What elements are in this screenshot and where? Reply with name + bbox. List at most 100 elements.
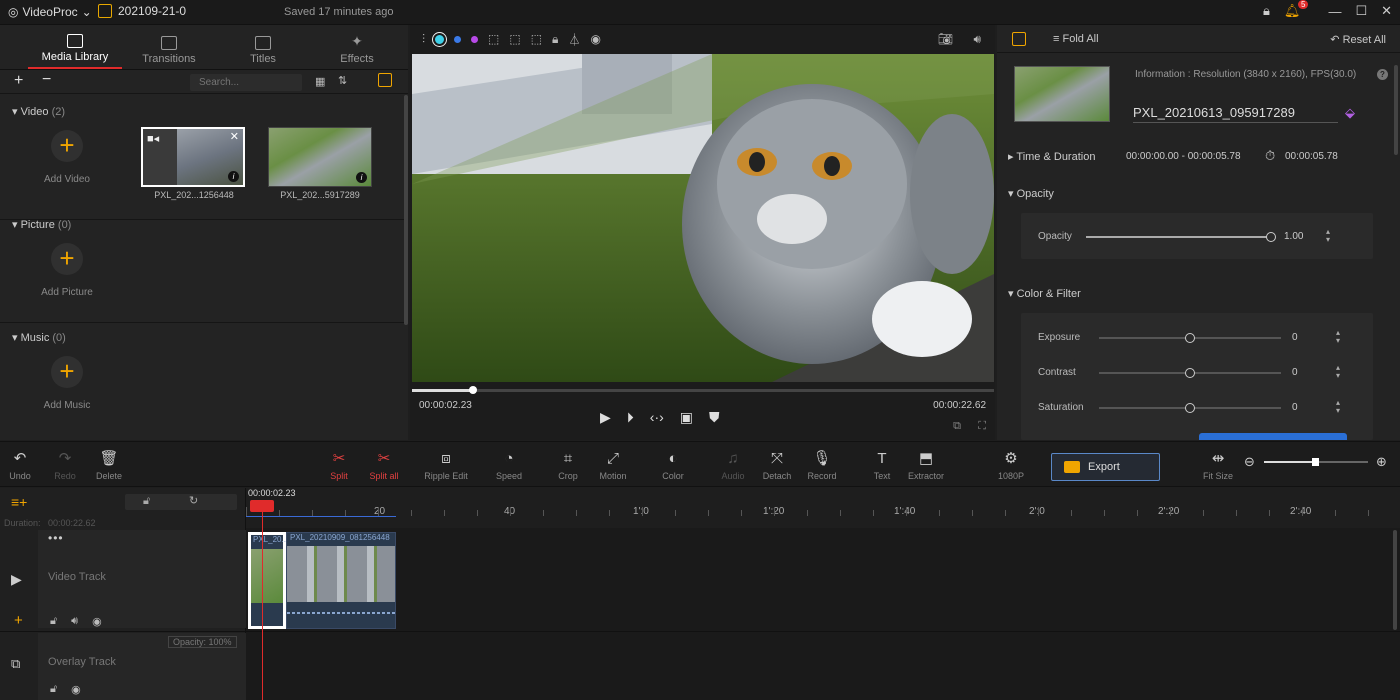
crop-button[interactable]: ⌗ Crop (543, 450, 593, 481)
audio-button[interactable]: ♫ Audio (708, 450, 758, 481)
video-section-header[interactable]: ▾ Video (2) (12, 105, 65, 118)
eye-icon[interactable]: ◉ (71, 683, 81, 696)
grid-view-icon[interactable]: ▦ (315, 75, 325, 88)
saturation-slider[interactable] (1099, 403, 1281, 413)
playhead[interactable] (262, 500, 263, 700)
inspector-scrollbar[interactable] (1394, 65, 1398, 155)
timeline-tracks[interactable]: PXL_20... PXL_20210909_081256448 (246, 528, 1400, 700)
add-video-button[interactable]: + Add Video (13, 130, 121, 230)
contrast-value[interactable]: 0 (1292, 367, 1298, 378)
remove-media-button[interactable]: − (42, 71, 51, 89)
timeline-scrollbar[interactable] (1393, 530, 1397, 630)
color-button[interactable]: ◐ Color (648, 450, 698, 481)
exposure-value[interactable]: 0 (1292, 332, 1298, 343)
playback-progress-bar[interactable] (412, 386, 994, 394)
split-button[interactable]: ✂ Split (314, 450, 364, 481)
align-icon[interactable]: ⏃ (568, 31, 580, 48)
ripple-edit-button[interactable]: ⧈ Ripple Edit (420, 450, 472, 481)
overlay-opacity[interactable]: Opacity: 100% (168, 636, 237, 648)
delete-button[interactable]: 🗑︎ Delete (84, 450, 134, 481)
volume-icon[interactable]: 🔊︎ (973, 32, 981, 47)
color-filter-edit-button[interactable] (1199, 433, 1347, 440)
purple-dot-icon[interactable] (471, 35, 479, 43)
full-frame-icon[interactable]: ▣ (680, 409, 693, 426)
snapshot-icon[interactable]: 📷︎ (938, 32, 953, 46)
more-options-icon[interactable]: ••• (48, 531, 64, 545)
timeline-ruler[interactable]: 00:00:02.23 20 40 1':0 1':20 1':40 2':0 … (246, 488, 1400, 528)
close-button[interactable]: ✕ (1381, 3, 1392, 19)
stepper-icon[interactable]: ▴ ▾ (1336, 399, 1340, 415)
stepper-icon[interactable]: ▴ ▾ (1336, 364, 1340, 380)
redo-button[interactable]: ↷ Redo (40, 450, 90, 481)
slider-handle[interactable] (1185, 368, 1195, 378)
slider-handle[interactable] (1266, 232, 1276, 242)
reset-all-button[interactable]: ↶ Reset All (1330, 33, 1386, 46)
library-scrollbar[interactable] (404, 95, 408, 325)
info-icon[interactable]: i (356, 172, 367, 183)
add-picture-button[interactable]: + Add Picture (13, 243, 121, 343)
ruler-icon[interactable]: ⫶ (422, 32, 425, 47)
pointer-icon[interactable]: ⬚ (531, 32, 542, 46)
lock-icon[interactable]: 🔓︎ (50, 683, 57, 696)
snap-icon[interactable]: ↻ (189, 494, 198, 507)
prev-frame-icon[interactable]: ‹·› (650, 409, 664, 426)
record-button[interactable]: 🎙︎ Record (797, 450, 847, 481)
play-icon[interactable]: ▶ (600, 409, 611, 426)
video-clip[interactable]: PXL_20210909_081256448 (286, 532, 396, 629)
tab-media-library[interactable]: Media Library (28, 25, 122, 69)
search-input[interactable] (190, 74, 302, 91)
add-track-icon[interactable]: ≡+ (11, 494, 27, 510)
color-filter-header[interactable]: ▾ Color & Filter (1008, 287, 1081, 300)
fit-size-button[interactable]: ⇹ Fit Size (1193, 450, 1243, 481)
zoom-in-icon[interactable]: ⊕ (1376, 454, 1387, 470)
eye-icon[interactable]: ◉ (590, 32, 600, 46)
motion-button[interactable]: ⤢ Motion (588, 450, 638, 481)
clip-file-name[interactable]: PXL_20210613_095917289 (1133, 105, 1338, 123)
tab-transitions[interactable]: Transitions (122, 25, 216, 69)
move-tool-icon[interactable]: ⬚ (509, 32, 520, 46)
detach-button[interactable]: ⤧ Detach (752, 450, 802, 481)
extractor-button[interactable]: ⬒ Extractor (901, 450, 951, 481)
add-media-button[interactable]: + (14, 72, 23, 90)
opacity-slider[interactable] (1086, 232, 1276, 242)
resolution-button[interactable]: ⚙ 1080P (986, 450, 1036, 481)
time-duration-header[interactable]: ▸ Time & Duration (1008, 150, 1095, 163)
volume-icon[interactable]: 🔊︎ (71, 615, 78, 628)
blue-dot-icon[interactable] (454, 35, 462, 43)
add-marker-icon[interactable]: ⛊ (709, 409, 720, 426)
close-icon[interactable]: ✕ (230, 130, 239, 143)
panel-toggle-icon[interactable] (1012, 32, 1026, 46)
selected-clip[interactable]: PXL_20... (248, 532, 288, 629)
notification-button[interactable]: 🔔︎ 5 (1284, 0, 1309, 19)
cyan-dot-icon[interactable] (435, 34, 445, 44)
zoom-out-icon[interactable]: ⊖ (1244, 454, 1255, 470)
lock-icon[interactable]: 🔓︎ (50, 615, 57, 628)
export-button[interactable]: Export (1051, 453, 1160, 481)
lock-icon[interactable]: 🔒︎ (1263, 3, 1270, 19)
stepper-icon[interactable]: ▴ ▾ (1336, 329, 1340, 345)
app-menu[interactable]: ◎ VideoProc ⌄ (8, 5, 92, 19)
step-forward-icon[interactable]: ⏵ (627, 409, 634, 426)
tab-titles[interactable]: Titles (216, 25, 310, 69)
unlock-icon[interactable]: 🔓︎ (143, 495, 150, 508)
maximize-button[interactable]: ☐ (1355, 3, 1367, 19)
progress-handle[interactable] (468, 386, 477, 394)
zoom-handle[interactable] (1311, 458, 1319, 466)
opacity-value[interactable]: 1.00 (1284, 231, 1303, 242)
fullscreen-icon[interactable]: ⛶ (978, 420, 986, 433)
split-all-button[interactable]: ✂ Split all (359, 450, 409, 481)
paint-bucket-icon[interactable]: ⬙ (1345, 105, 1355, 121)
undo-button[interactable]: ↶ Undo (0, 450, 45, 481)
screen-mode-icon[interactable]: ⧉ (953, 420, 961, 433)
saturation-value[interactable]: 0 (1292, 402, 1298, 413)
speed-button[interactable]: ◔ Speed (484, 450, 534, 481)
info-icon[interactable]: i (228, 171, 239, 182)
slider-handle[interactable] (1185, 403, 1195, 413)
zoom-slider[interactable] (1264, 458, 1368, 466)
tab-effects[interactable]: ✦ Effects (310, 25, 404, 69)
eye-icon[interactable]: ◉ (92, 615, 102, 628)
slider-handle[interactable] (1185, 333, 1195, 343)
music-section-header[interactable]: ▾ Music (0) (12, 331, 66, 344)
media-thumbnail[interactable]: i (268, 127, 372, 187)
stepper-icon[interactable]: ▴ ▾ (1326, 228, 1330, 244)
